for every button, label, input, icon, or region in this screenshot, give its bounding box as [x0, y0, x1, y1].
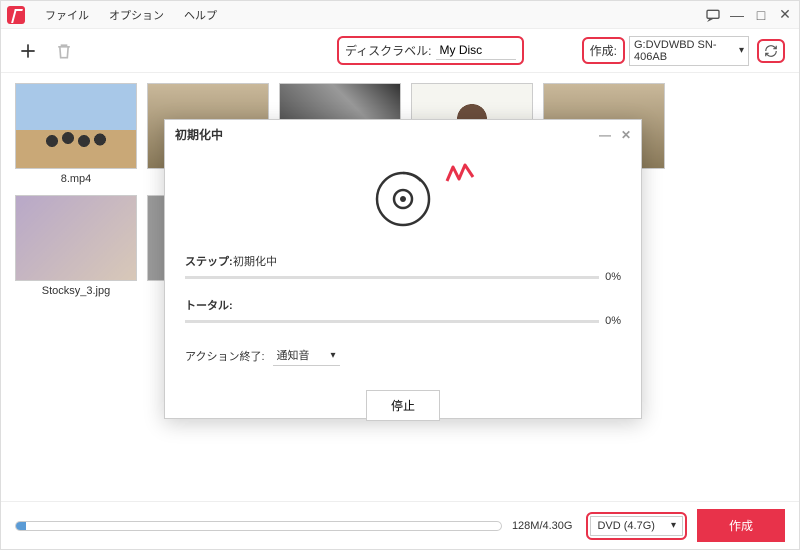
stop-button[interactable]: 停止 [366, 390, 440, 421]
titlebar: ファイル オプション ヘルプ — □ ✕ [1, 1, 799, 29]
action-end-label: アクション終了: [185, 348, 265, 364]
feedback-icon[interactable] [705, 7, 721, 23]
total-label: トータル: [185, 297, 233, 313]
thumbnail-image [15, 195, 137, 281]
disc-label-group: ディスクラベル: [337, 36, 524, 65]
footer: 128M/4.30G DVD (4.7G) ▾ 作成 [1, 501, 799, 549]
menu-options[interactable]: オプション [99, 7, 174, 23]
capacity-bar [15, 521, 502, 531]
disc-label-input[interactable] [436, 41, 516, 60]
progress-dialog: 初期化中 — ✕ ステップ: 初期化 [164, 119, 642, 419]
step-label: ステップ: [185, 253, 233, 269]
drive-select[interactable]: G:DVDWBD SN-406AB ▾ [629, 36, 749, 66]
menu-help[interactable]: ヘルプ [174, 7, 227, 23]
sparkle-icon [445, 161, 475, 194]
minimize-icon[interactable]: — [729, 7, 745, 23]
step-value: 初期化中 [233, 253, 277, 269]
disc-type-value: DVD (4.7G) [597, 520, 654, 532]
capacity-text: 128M/4.30G [512, 520, 573, 532]
disc-icon [373, 169, 433, 229]
total-percent: 0% [605, 315, 621, 327]
chevron-down-icon: ▾ [739, 45, 744, 56]
thumbnail-item[interactable]: 8.mp4 [15, 83, 137, 185]
app-logo [7, 6, 25, 24]
step-progress-bar [185, 276, 599, 279]
delete-button[interactable] [51, 38, 77, 64]
disc-label-text: ディスクラベル: [345, 42, 432, 59]
step-percent: 0% [605, 271, 621, 283]
thumbnail-name: Stocksy_3.jpg [42, 285, 110, 297]
dialog-minimize-icon[interactable]: — [599, 128, 611, 142]
close-icon[interactable]: ✕ [777, 7, 793, 23]
thumbnail-item[interactable]: Stocksy_3.jpg [15, 195, 137, 297]
add-button[interactable] [15, 38, 41, 64]
total-progress-bar [185, 320, 599, 323]
toolbar: ディスクラベル: 作成: G:DVDWBD SN-406AB ▾ [1, 29, 799, 73]
disc-type-select[interactable]: DVD (4.7G) ▾ [590, 516, 683, 536]
thumbnail-name: 8.mp4 [61, 173, 92, 185]
menu-file[interactable]: ファイル [35, 7, 99, 23]
dialog-title: 初期化中 [175, 126, 223, 143]
action-end-value: 通知音 [277, 347, 310, 363]
dialog-close-icon[interactable]: ✕ [621, 128, 631, 142]
action-end-select[interactable]: 通知音 [273, 345, 340, 366]
create-button[interactable]: 作成 [697, 509, 785, 542]
chevron-down-icon: ▾ [671, 520, 676, 531]
create-label: 作成: [582, 37, 625, 64]
maximize-icon[interactable]: □ [753, 7, 769, 23]
drive-value: G:DVDWBD SN-406AB [634, 39, 739, 63]
refresh-button[interactable] [763, 43, 779, 59]
thumbnail-image [15, 83, 137, 169]
